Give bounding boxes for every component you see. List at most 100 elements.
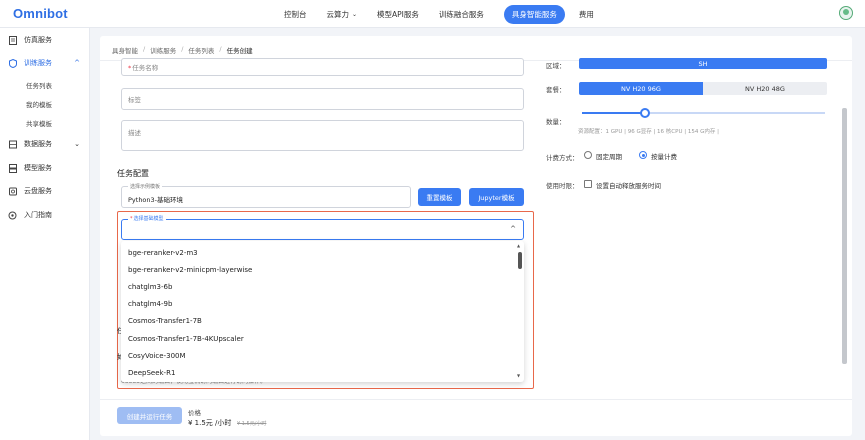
base-model-dropdown: bge-reranker-v2-m3 bge-reranker-v2-minic… xyxy=(121,241,524,382)
chevron-up-icon: ^ xyxy=(74,59,80,67)
dropdown-option[interactable]: bge-reranker-v2-m3 xyxy=(128,249,198,257)
breadcrumb-task-list[interactable]: 任务列表 xyxy=(188,45,214,55)
grid-icon xyxy=(8,140,17,149)
avatar[interactable] xyxy=(839,6,853,20)
billing-fixed-radio[interactable] xyxy=(584,151,592,159)
slider-handle[interactable] xyxy=(640,108,651,118)
base-model-select[interactable]: *选择基础模型 ^ xyxy=(121,215,524,240)
breadcrumb-embodied[interactable]: 具身智能 xyxy=(112,45,138,55)
billing-usage-radio[interactable] xyxy=(639,151,647,159)
dropdown-option[interactable]: Cosmos-Transfer1-7B xyxy=(128,317,202,325)
nav-cloud-compute[interactable]: 云算力 ⌄ xyxy=(327,9,358,20)
sidebar-sub-my-templates[interactable]: 我的模板 xyxy=(26,99,52,109)
auto-release-label[interactable]: 设置自动释放服务时间 xyxy=(596,180,661,190)
nav-console-label: 控制台 xyxy=(284,9,307,19)
sidebar: 仿真服务 训练服务 ^ 任务列表 我的模板 共享模板 数据服务 ⌄ 模型服务 云… xyxy=(0,28,90,440)
task-name-input[interactable]: *任务名称 xyxy=(121,58,524,76)
omnibot-logo[interactable]: Omnibot xyxy=(13,6,68,21)
breadcrumb-training[interactable]: 训练服务 xyxy=(150,45,176,55)
region-label: 区域： xyxy=(546,62,566,70)
quantity-label: 数量： xyxy=(546,118,566,126)
chevron-down-icon: ⌄ xyxy=(74,140,80,148)
nav-model-api-label: 模型API服务 xyxy=(377,9,419,19)
sidebar-item-simulation[interactable]: 仿真服务 xyxy=(8,33,84,47)
dropdown-option[interactable]: DeepSeek-R1 xyxy=(128,369,175,377)
time-limit-label: 使用时限： xyxy=(546,182,579,190)
main-panel: 具身智能 / 训练服务 / 任务列表 / 任务创建 *任务名称 标签 描述 任务配置 … xyxy=(100,36,852,436)
sidebar-item-label: 训练服务 xyxy=(24,59,52,67)
dropdown-option[interactable]: chatglm4-9b xyxy=(128,300,172,308)
nav-embodied-ai-label: 具身智能服务 xyxy=(511,9,557,19)
nav-model-api[interactable]: 模型API服务 xyxy=(377,9,419,20)
price-label: 价格 xyxy=(188,409,201,417)
panel-scroll-thumb[interactable] xyxy=(842,108,847,364)
nav-console[interactable]: 控制台 xyxy=(284,9,307,20)
package-label: 套餐： xyxy=(546,86,566,94)
document-icon xyxy=(8,35,17,45)
breadcrumb-task-create: 任务创建 xyxy=(226,47,253,55)
billing-label: 计费方式： xyxy=(546,154,579,162)
auto-release-checkbox[interactable] xyxy=(584,180,592,188)
sidebar-item-training[interactable]: 训练服务 ^ xyxy=(8,56,84,70)
gear-icon xyxy=(8,211,17,220)
sidebar-item-label: 入门指南 xyxy=(24,211,52,219)
sidebar-item-label: 数据服务 xyxy=(24,140,52,148)
create-run-task-button[interactable]: 创建并运行任务 xyxy=(117,407,182,424)
reset-template-button[interactable]: 重置模板 xyxy=(418,188,461,206)
billing-fixed-label[interactable]: 固定周期 xyxy=(596,151,622,161)
sidebar-sub-task-list[interactable]: 任务列表 xyxy=(26,80,52,90)
task-name-placeholder: *任务名称 xyxy=(128,64,159,72)
nav-billing[interactable]: 费用 xyxy=(579,9,594,20)
disk-icon xyxy=(8,187,17,196)
sidebar-item-label: 仿真服务 xyxy=(24,36,52,44)
scroll-down-icon[interactable]: ▼ xyxy=(517,373,520,378)
description-placeholder: 描述 xyxy=(128,129,141,137)
price-original: ¥ 1.5元/小时 xyxy=(237,421,267,427)
sidebar-item-label: 云盘服务 xyxy=(24,187,52,195)
nav-billing-label: 费用 xyxy=(578,9,594,19)
shield-icon xyxy=(8,58,17,68)
region-option-sh[interactable]: SH xyxy=(579,58,827,69)
description-textarea[interactable]: 描述 xyxy=(121,120,524,151)
sidebar-item-model[interactable]: 模型服务 xyxy=(8,161,84,175)
dropdown-option[interactable]: CosyVoice-300M xyxy=(128,352,186,360)
base-model-label: *选择基础模型 xyxy=(128,215,166,222)
chevron-down-icon: ⌄ xyxy=(352,10,358,18)
panel-scrollbar[interactable] xyxy=(842,64,847,404)
jupyter-template-button[interactable]: Jupyter模板 xyxy=(469,188,524,206)
dropdown-scroll-thumb[interactable] xyxy=(518,252,522,269)
sidebar-item-label: 模型服务 xyxy=(24,164,52,172)
package-option-96g[interactable]: NV H20 96G xyxy=(579,82,703,95)
quantity-slider[interactable] xyxy=(582,108,825,118)
template-select-value: Python3-基础环境 xyxy=(128,196,184,204)
footer-bar: 创建并运行任务 价格 ¥ 1.5元 /小时 ¥ 1.5元/小时 xyxy=(100,399,852,436)
breadcrumb: 具身智能 / 训练服务 / 任务列表 / 任务创建 xyxy=(112,45,253,55)
sidebar-item-cloud-disk[interactable]: 云盘服务 xyxy=(8,184,84,198)
top-nav: 控制台 云算力 ⌄ 模型API服务 训练融合服务 具身智能服务 费用 xyxy=(284,0,614,28)
chevron-up-icon: ^ xyxy=(510,225,516,233)
sidebar-item-getting-started[interactable]: 入门指南 xyxy=(8,208,84,222)
server-icon xyxy=(8,163,17,173)
template-select-label: 选择示例模板 xyxy=(128,183,163,190)
nav-embodied-ai[interactable]: 具身智能服务 xyxy=(503,4,565,24)
dropdown-option[interactable]: Cosmos-Transfer1-7B-4KUpscaler xyxy=(128,335,244,343)
top-bar: Omnibot 控制台 云算力 ⌄ 模型API服务 训练融合服务 具身智能服务 费… xyxy=(0,0,865,28)
package-option-48g[interactable]: NV H20 48G xyxy=(703,82,827,95)
dropdown-option[interactable]: chatglm3-6b xyxy=(128,283,172,291)
task-config-title: 任务配置 xyxy=(117,169,149,178)
nav-training-fusion[interactable]: 训练融合服务 xyxy=(439,9,484,20)
template-select[interactable]: 选择示例模板 Python3-基础环境 xyxy=(121,183,411,208)
nav-training-fusion-label: 训练融合服务 xyxy=(438,9,484,19)
price-value: ¥ 1.5元 /小时 xyxy=(188,419,232,427)
tag-input[interactable]: 标签 xyxy=(121,88,524,110)
tag-placeholder: 标签 xyxy=(128,96,141,104)
resource-info: 资源配置：1 GPU | 96 G显存 | 16 核CPU | 154 G内存 … xyxy=(578,129,719,135)
dropdown-scrollbar[interactable]: ▲ ▼ xyxy=(517,243,522,378)
dropdown-option[interactable]: bge-reranker-v2-minicpm-layerwise xyxy=(128,266,252,274)
billing-usage-label[interactable]: 按量计费 xyxy=(651,151,677,161)
sidebar-sub-shared-templates[interactable]: 共享模板 xyxy=(26,118,52,128)
sidebar-item-data[interactable]: 数据服务 ⌄ xyxy=(8,137,84,151)
nav-cloud-compute-label: 云算力 xyxy=(326,9,350,19)
scroll-up-icon[interactable]: ▲ xyxy=(517,243,520,248)
slider-fill xyxy=(582,112,646,114)
